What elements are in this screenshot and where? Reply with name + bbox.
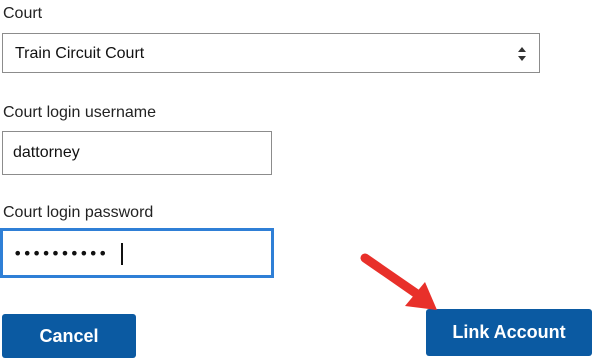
password-label: Court login password [3,204,154,221]
court-label: Court [3,5,43,22]
court-select-value: Train Circuit Court [15,45,145,62]
red-arrow-icon [360,253,437,310]
password-field[interactable]: •••••••••• [0,228,274,278]
username-label: Court login username [3,104,156,121]
text-caret [121,243,123,265]
link-account-button-label: Link Account [452,322,566,342]
cancel-button[interactable]: Cancel [2,314,136,358]
court-select[interactable]: Train Circuit Court [2,33,540,73]
sort-updown-icon [518,47,526,61]
username-value: dattorney [13,144,80,161]
cancel-button-label: Cancel [39,326,99,346]
username-field[interactable]: dattorney [2,131,272,175]
password-value: •••••••••• [13,244,108,263]
link-account-button[interactable]: Link Account [426,309,592,356]
